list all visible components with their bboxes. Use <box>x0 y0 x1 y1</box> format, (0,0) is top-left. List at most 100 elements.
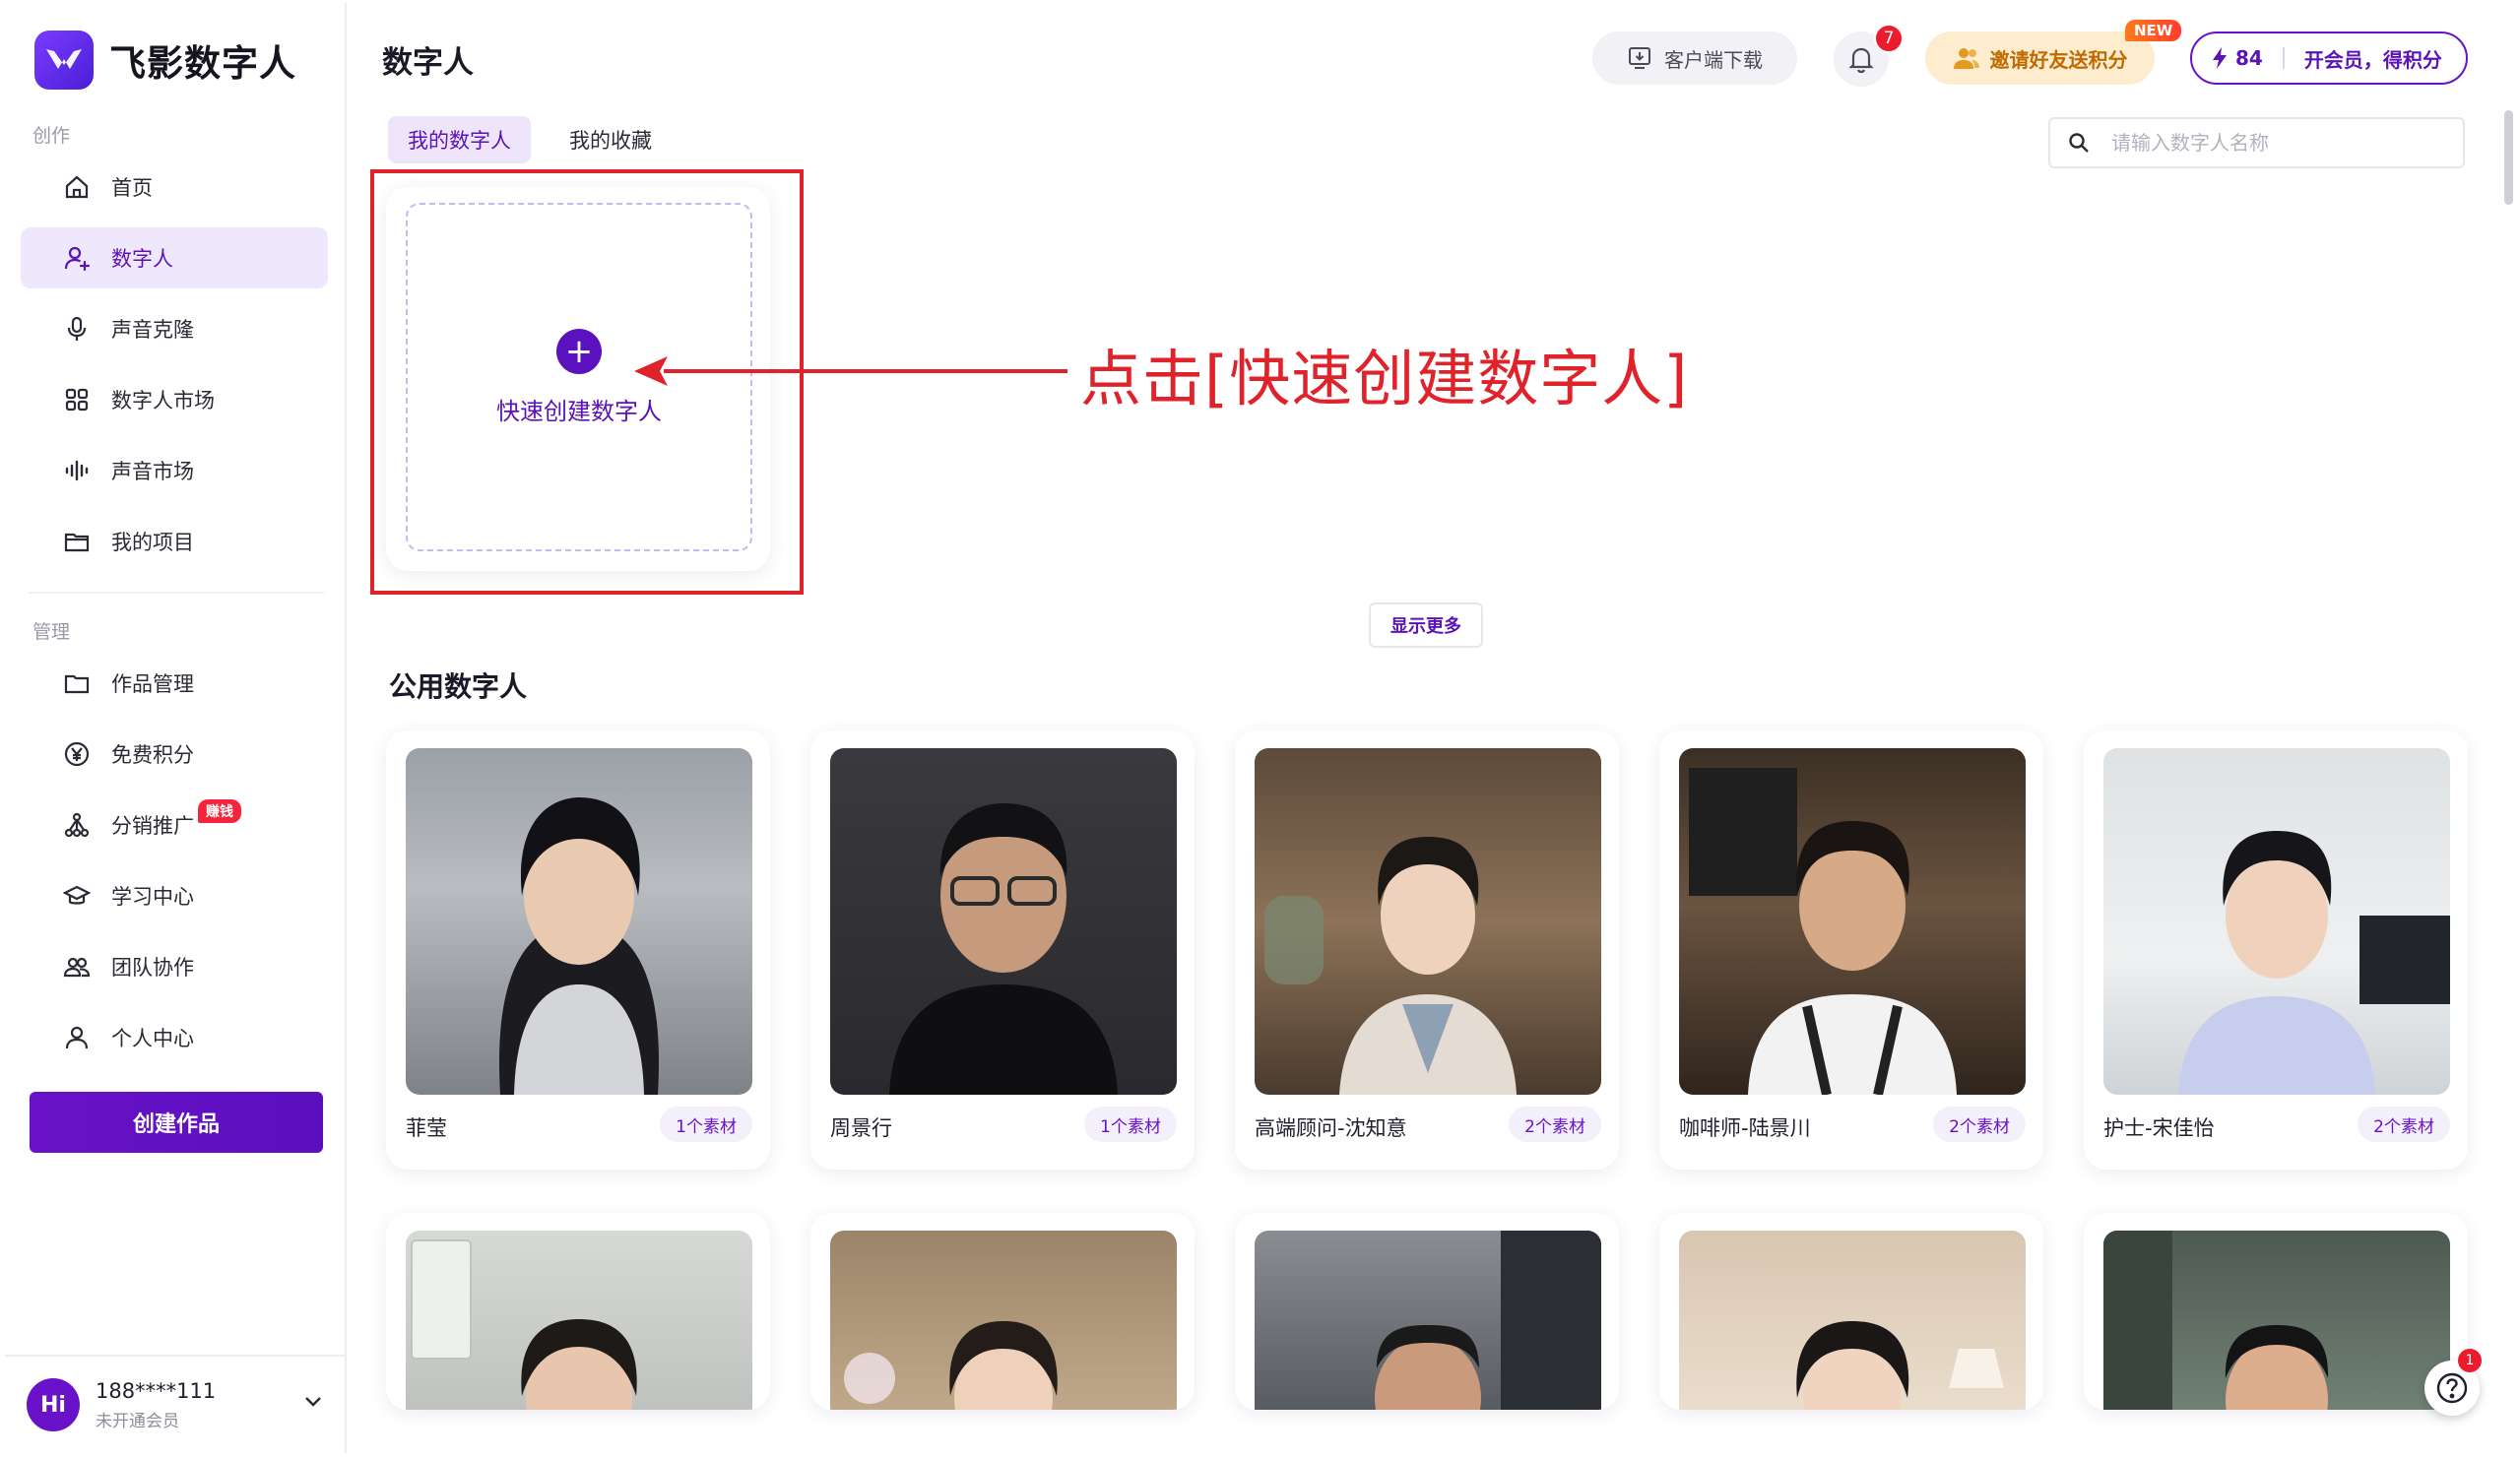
material-count-badge[interactable]: 1个素材 <box>1084 1107 1177 1142</box>
home-icon <box>60 170 94 204</box>
persona-photo <box>406 748 752 1095</box>
tab-my-digital-humans[interactable]: 我的数字人 <box>388 116 531 163</box>
sidebar-item-digital-human[interactable]: 数字人 <box>21 227 328 288</box>
vip-label: 开会员，得积分 <box>2303 47 2442 72</box>
divider <box>2282 47 2285 69</box>
sidebar-item-distribution[interactable]: 分销推广 赚钱 <box>21 794 328 856</box>
avatar: Hi <box>27 1378 80 1431</box>
folder-icon <box>60 666 94 700</box>
project-folder-icon <box>60 525 94 558</box>
persona-photo <box>1255 1231 1601 1410</box>
persona-name: 高端顾问-沈知意 <box>1255 1116 1407 1140</box>
material-count-badge[interactable]: 2个素材 <box>1509 1107 1601 1142</box>
sidebar-item-label: 数字人 <box>111 247 173 271</box>
download-icon <box>1627 45 1652 71</box>
persona-card[interactable]: 咖啡师-陆景川 2个素材 <box>1659 730 2043 1170</box>
yen-coin-icon <box>60 737 94 771</box>
points-balance: 84 <box>2235 46 2263 70</box>
show-more-button[interactable]: 显示更多 <box>1369 602 1483 648</box>
persona-photo <box>2103 748 2450 1095</box>
sidebar-item-label: 我的项目 <box>111 531 194 554</box>
sidebar-item-profile[interactable]: 个人中心 <box>21 1007 328 1068</box>
persona-card[interactable] <box>386 1213 770 1410</box>
material-count-badge[interactable]: 2个素材 <box>2358 1107 2450 1142</box>
persona-card[interactable] <box>1235 1213 1619 1410</box>
sidebar-item-label: 声音克隆 <box>111 318 194 342</box>
material-count-badge[interactable]: 1个素材 <box>660 1107 752 1142</box>
search-box[interactable] <box>2048 117 2465 168</box>
public-section-title: 公用数字人 <box>389 670 528 703</box>
sidebar-item-label: 学习中心 <box>111 885 194 909</box>
sidebar-item-home[interactable]: 首页 <box>21 157 328 218</box>
persona-card[interactable] <box>1659 1213 2043 1410</box>
logo-icon <box>34 31 94 90</box>
persona-photo <box>830 1231 1177 1410</box>
sidebar-divider <box>29 592 324 594</box>
invite-friends-button[interactable]: 邀请好友送积分 <box>1925 32 2155 85</box>
sidebar-item-works[interactable]: 作品管理 <box>21 653 328 714</box>
persona-card[interactable] <box>810 1213 1195 1410</box>
persona-photo <box>1679 748 2026 1095</box>
download-client-button[interactable]: 客户端下载 <box>1592 32 1797 85</box>
sidebar-item-label: 数字人市场 <box>111 389 215 412</box>
group-label-create: 创作 <box>32 125 71 147</box>
new-badge: NEW <box>2125 20 2182 41</box>
sidebar-item-voice-clone[interactable]: 声音克隆 <box>21 298 328 359</box>
persona-photo <box>830 748 1177 1095</box>
sidebar-item-label: 团队协作 <box>111 956 194 980</box>
user-icon <box>60 1021 94 1054</box>
group-label-manage: 管理 <box>32 621 71 643</box>
persona-name: 周景行 <box>830 1116 892 1140</box>
persona-name: 菲莹 <box>406 1116 447 1140</box>
material-count-badge[interactable]: 2个素材 <box>1933 1107 2026 1142</box>
vip-points-button[interactable]: 84 开会员，得积分 <box>2190 32 2468 85</box>
create-work-button[interactable]: 创建作品 <box>30 1092 323 1153</box>
sidebar-item-voice-market[interactable]: 声音市场 <box>21 440 328 501</box>
user-phone: 188****111 <box>96 1378 217 1403</box>
sidebar-item-label: 个人中心 <box>111 1027 194 1050</box>
search-input[interactable] <box>2111 131 2436 155</box>
persona-card[interactable]: 高端顾问-沈知意 2个素材 <box>1235 730 1619 1170</box>
sidebar-item-learning[interactable]: 学习中心 <box>21 865 328 926</box>
share-network-icon <box>60 808 94 842</box>
chevron-down-icon[interactable] <box>303 1394 323 1413</box>
sidebar-item-digital-market[interactable]: 数字人市场 <box>21 369 328 430</box>
sidebar-item-team[interactable]: 团队协作 <box>21 936 328 997</box>
graduation-cap-icon <box>60 879 94 913</box>
persona-photo <box>2103 1231 2450 1410</box>
user-profile[interactable]: Hi 188****111 未开通会员 <box>5 1355 345 1453</box>
page-title: 数字人 <box>382 45 474 81</box>
help-badge: 1 <box>2458 1349 2482 1372</box>
sidebar-item-label: 作品管理 <box>111 672 194 696</box>
persona-photo <box>406 1231 752 1410</box>
persona-card[interactable]: 周景行 1个素材 <box>810 730 1195 1170</box>
sidebar-item-free-points[interactable]: 免费积分 <box>21 724 328 785</box>
tab-my-favorites[interactable]: 我的收藏 <box>549 116 672 163</box>
lightning-icon <box>2212 46 2228 70</box>
persona-card[interactable]: 护士-宋佳怡 2个素材 <box>2084 730 2468 1170</box>
invite-label: 邀请好友送积分 <box>1989 47 2128 72</box>
persona-card[interactable] <box>2084 1213 2468 1410</box>
annotation-arrow-icon <box>634 356 1067 386</box>
persona-photo <box>1255 748 1601 1095</box>
microphone-icon <box>60 312 94 346</box>
digital-human-icon <box>60 241 94 275</box>
sidebar-item-my-projects[interactable]: 我的项目 <box>21 511 328 572</box>
download-label: 客户端下载 <box>1664 47 1763 72</box>
grid-icon <box>60 383 94 416</box>
persona-card[interactable]: 菲莹 1个素材 <box>386 730 770 1170</box>
sidebar-item-label: 免费积分 <box>111 743 194 767</box>
persona-photo <box>1679 1231 2026 1410</box>
persona-name: 护士-宋佳怡 <box>2103 1116 2215 1140</box>
sidebar: 飞影数字人 创作 首页 数字人 声音克隆 数字人市场 声音市场 我的项目 管理 … <box>5 3 347 1453</box>
notification-count-badge: 7 <box>1874 24 1904 53</box>
team-icon <box>60 950 94 983</box>
brand-logo[interactable]: 飞影数字人 <box>34 31 296 90</box>
brand-name: 飞影数字人 <box>109 42 296 85</box>
persona-name: 咖啡师-陆景川 <box>1679 1116 1811 1140</box>
question-icon <box>2435 1371 2469 1405</box>
soundwave-icon <box>60 454 94 487</box>
bell-icon <box>1847 44 1875 74</box>
sidebar-item-label: 声音市场 <box>111 460 194 483</box>
scrollbar[interactable] <box>2504 110 2513 205</box>
